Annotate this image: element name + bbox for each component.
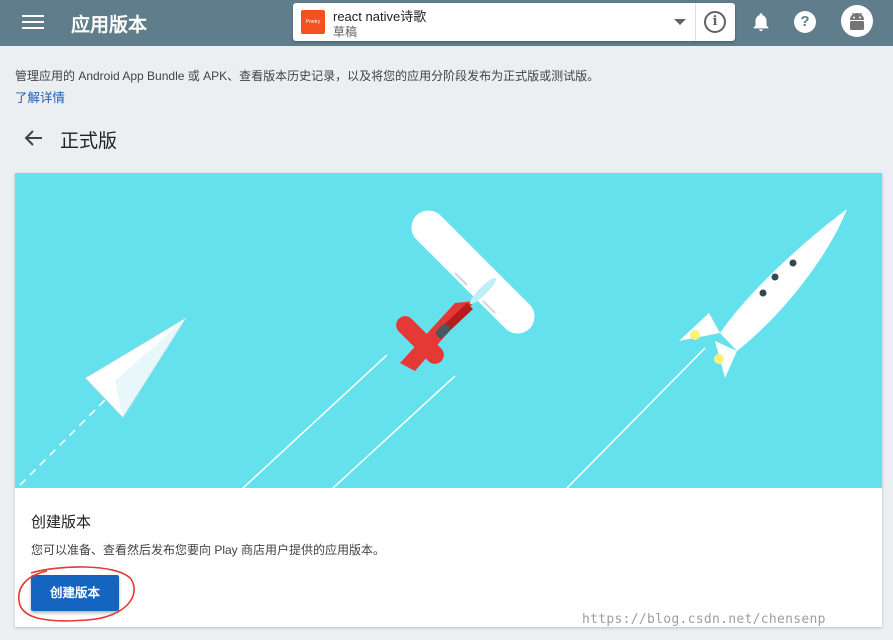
info-icon[interactable]: i — [704, 11, 726, 33]
chevron-down-icon[interactable] — [674, 19, 686, 25]
help-icon[interactable]: ? — [794, 11, 816, 33]
menu-icon[interactable] — [22, 12, 44, 32]
page-description: 管理应用的 Android App Bundle 或 APK、查看版本历史记录，… — [15, 69, 600, 83]
app-selector[interactable]: Poetry react native诗歌 草稿 i — [293, 3, 735, 41]
app-status: 草稿 — [333, 25, 358, 39]
biplane-icon — [396, 210, 535, 371]
release-card: 创建版本 您可以准备、查看然后发布您要向 Play 商店用户提供的应用版本。 创… — [15, 173, 882, 627]
topbar-title: 应用版本 — [71, 15, 148, 36]
bell-icon[interactable] — [750, 11, 772, 33]
app-icon: Poetry — [301, 10, 325, 34]
create-release-button[interactable]: 创建版本 — [31, 575, 119, 611]
learn-more-link[interactable]: 了解详情 — [15, 87, 65, 106]
android-avatar-icon[interactable] — [841, 5, 873, 37]
hero-illustration — [15, 173, 882, 488]
watermark: https://blog.csdn.net/chensenp — [582, 612, 826, 627]
divider — [695, 3, 696, 41]
card-title: 创建版本 — [31, 514, 92, 531]
back-arrow-icon[interactable] — [22, 128, 44, 148]
card-description: 您可以准备、查看然后发布您要向 Play 商店用户提供的应用版本。 — [31, 543, 386, 557]
page-title: 正式版 — [60, 131, 118, 152]
paper-plane-icon — [84, 316, 188, 419]
rocket-icon — [679, 209, 847, 378]
top-app-bar: 应用版本 Poetry react native诗歌 草稿 i ? — [0, 0, 893, 46]
